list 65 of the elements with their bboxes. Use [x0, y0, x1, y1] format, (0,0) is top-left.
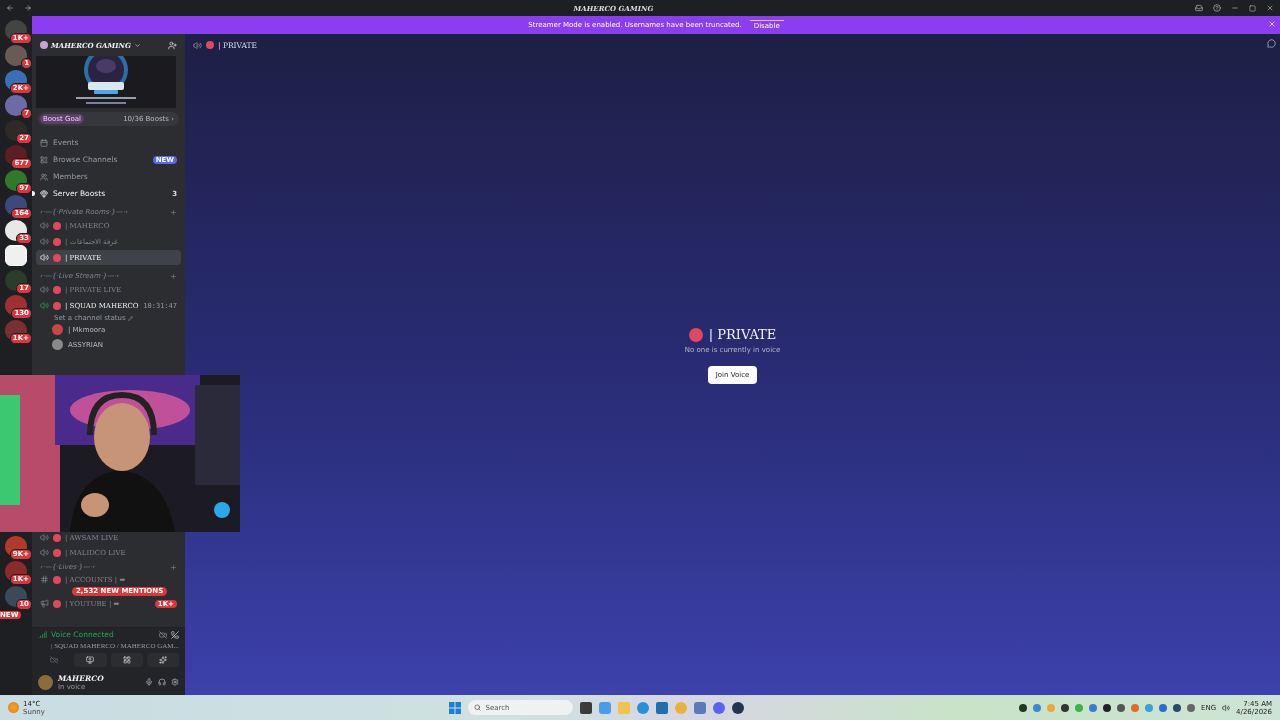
app-icon[interactable]: [656, 701, 669, 714]
browse-icon: [40, 155, 48, 164]
status-dot: [206, 41, 214, 49]
headphones-icon[interactable]: [158, 678, 166, 686]
status-dot: [53, 285, 61, 294]
help-icon[interactable]: [1213, 4, 1221, 12]
voice-channel-title: | PRIVATE: [708, 327, 777, 342]
monitor-icon: [86, 656, 95, 664]
status-dot: [53, 548, 61, 557]
add-icon[interactable]: [170, 208, 177, 216]
app-icon[interactable]: [580, 701, 593, 714]
megaphone-icon: [40, 599, 49, 608]
status-dot: [53, 301, 61, 310]
close-icon[interactable]: [1266, 4, 1274, 12]
boosts-icon: [40, 189, 48, 198]
add-icon[interactable]: [170, 563, 177, 571]
forward-icon[interactable]: [24, 4, 32, 12]
microphone-icon[interactable]: [145, 678, 153, 686]
speaker-icon: [40, 237, 49, 246]
user-avatar[interactable]: [38, 674, 53, 690]
speaker-icon: [40, 301, 49, 310]
app-icon[interactable]: [732, 701, 745, 714]
inbox-icon[interactable]: [1195, 4, 1203, 12]
start-icon[interactable]: [449, 701, 462, 714]
signal-icon[interactable]: [38, 630, 47, 639]
member-avatar: [52, 339, 63, 350]
events-icon: [40, 138, 48, 147]
add-icon[interactable]: [170, 272, 177, 280]
status-dot: [53, 599, 61, 608]
server-icon[interactable]: [5, 245, 27, 266]
disconnect-icon[interactable]: [171, 630, 179, 639]
minimize-icon[interactable]: [1231, 4, 1239, 12]
grid-icon: [122, 656, 131, 664]
speaker-icon: [193, 40, 202, 50]
chevron-icon[interactable]: [133, 41, 141, 49]
unread-pip: [32, 191, 35, 196]
server-icon[interactable]: [5, 120, 27, 141]
members-icon: [40, 172, 48, 181]
status-dot: [53, 575, 61, 584]
search-icon: [474, 704, 482, 711]
pencil-icon: [127, 315, 133, 321]
speaker-icon: [40, 285, 49, 294]
sparkles-icon: [158, 656, 167, 664]
volume-icon[interactable]: [1222, 703, 1231, 712]
member-avatar: [52, 324, 63, 335]
speaker-icon: [40, 533, 49, 542]
speaker-icon: [40, 221, 49, 230]
status-dot: [53, 253, 61, 262]
activities-button[interactable]: [110, 653, 143, 667]
chat-icon[interactable]: [1267, 39, 1276, 48]
status-dot: [688, 327, 703, 342]
status-dot: [53, 237, 61, 246]
hash-icon: [40, 575, 49, 584]
invite-icon[interactable]: [168, 40, 177, 50]
screen-share-button[interactable]: [74, 653, 107, 667]
status-dot: [53, 221, 61, 230]
maximize-icon[interactable]: [1249, 4, 1256, 12]
soundboard-button[interactable]: [146, 653, 179, 667]
camera-off-icon: [50, 656, 59, 664]
speaker-icon: [40, 253, 49, 262]
server-dot: [40, 41, 48, 49]
status-dot: [53, 533, 61, 542]
settings-icon[interactable]: [171, 678, 179, 686]
back-icon[interactable]: [6, 4, 14, 12]
speaker-icon: [40, 548, 49, 557]
